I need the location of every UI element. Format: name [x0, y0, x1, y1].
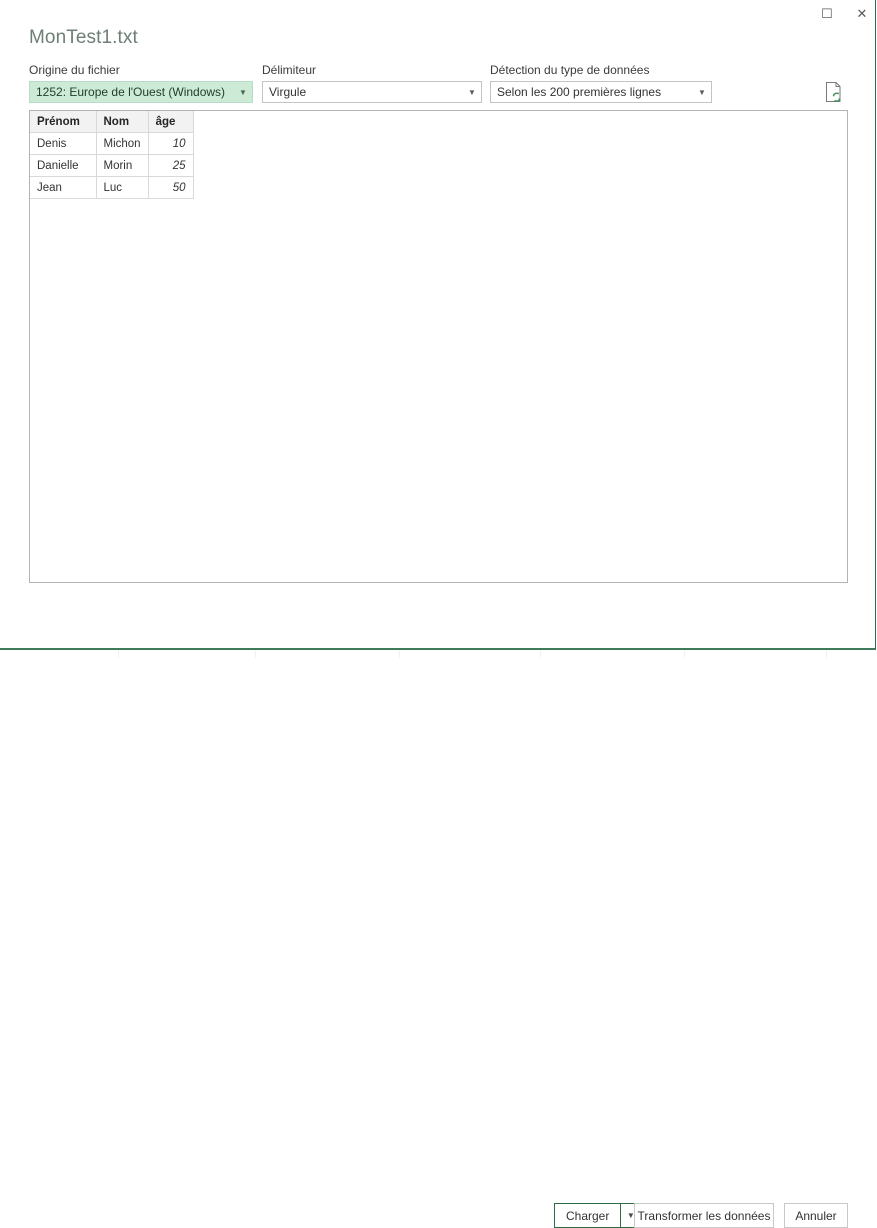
- load-split-button[interactable]: Charger ▼: [554, 1203, 642, 1228]
- type-detection-label: Détection du type de données: [490, 63, 650, 77]
- cell-nom: Morin: [96, 154, 149, 177]
- chevron-down-icon: ▼: [468, 87, 476, 97]
- file-origin-group: Origine du fichier 1252: Europe de l'Oue…: [29, 63, 253, 103]
- cancel-button[interactable]: Annuler: [784, 1203, 848, 1228]
- import-text-file-dialog: ☐ ✕ MonTest1.txt Origine du fichier 1252…: [0, 0, 876, 1228]
- cell-nom: Michon: [96, 132, 149, 155]
- dialog-title-bar: ☐ ✕: [0, 0, 876, 28]
- dialog-footer: Charger ▼ Transformer les données Annule…: [0, 600, 876, 1228]
- preview-table: Prénom Nom âge Denis Michon 10 Danielle …: [30, 111, 194, 199]
- type-detection-dropdown[interactable]: Selon les 200 premières lignes ▼: [490, 81, 712, 103]
- cell-age: 10: [148, 132, 194, 155]
- cell-age: 50: [148, 176, 194, 199]
- table-header-row: Prénom Nom âge: [30, 111, 194, 133]
- table-row: Danielle Morin 25: [30, 154, 194, 177]
- chevron-down-icon: ▼: [239, 87, 247, 97]
- cell-prenom: Denis: [30, 132, 97, 155]
- cell-prenom: Jean: [30, 176, 97, 199]
- delimiter-label: Délimiteur: [262, 63, 317, 77]
- delimiter-dropdown[interactable]: Virgule ▼: [262, 81, 482, 103]
- page-title: MonTest1.txt: [29, 27, 138, 48]
- close-icon[interactable]: ✕: [845, 0, 877, 26]
- file-origin-dropdown[interactable]: 1252: Europe de l'Ouest (Windows) ▼: [29, 81, 253, 103]
- type-detection-value: Selon les 200 premières lignes: [497, 85, 662, 99]
- table-row: Jean Luc 50: [30, 176, 194, 199]
- delimiter-group: Délimiteur Virgule ▼: [262, 63, 482, 103]
- cell-prenom: Danielle: [30, 154, 97, 177]
- type-detection-group: Détection du type de données Selon les 2…: [490, 63, 712, 103]
- transform-data-button[interactable]: Transformer les données: [634, 1203, 774, 1228]
- column-header-prenom[interactable]: Prénom: [30, 111, 97, 133]
- cell-nom: Luc: [96, 176, 149, 199]
- table-row: Denis Michon 10: [30, 132, 194, 155]
- column-header-nom[interactable]: Nom: [96, 111, 149, 133]
- file-origin-label: Origine du fichier: [29, 63, 120, 77]
- data-preview-panel: Prénom Nom âge Denis Michon 10 Danielle …: [29, 110, 848, 583]
- column-header-age[interactable]: âge: [148, 111, 194, 133]
- document-refresh-icon[interactable]: [824, 81, 844, 103]
- maximize-icon[interactable]: ☐: [810, 0, 844, 26]
- load-button[interactable]: Charger: [555, 1204, 622, 1227]
- file-origin-value: 1252: Europe de l'Ouest (Windows): [36, 85, 226, 99]
- delimiter-value: Virgule: [269, 85, 307, 99]
- chevron-down-icon: ▼: [698, 87, 706, 97]
- cell-age: 25: [148, 154, 194, 177]
